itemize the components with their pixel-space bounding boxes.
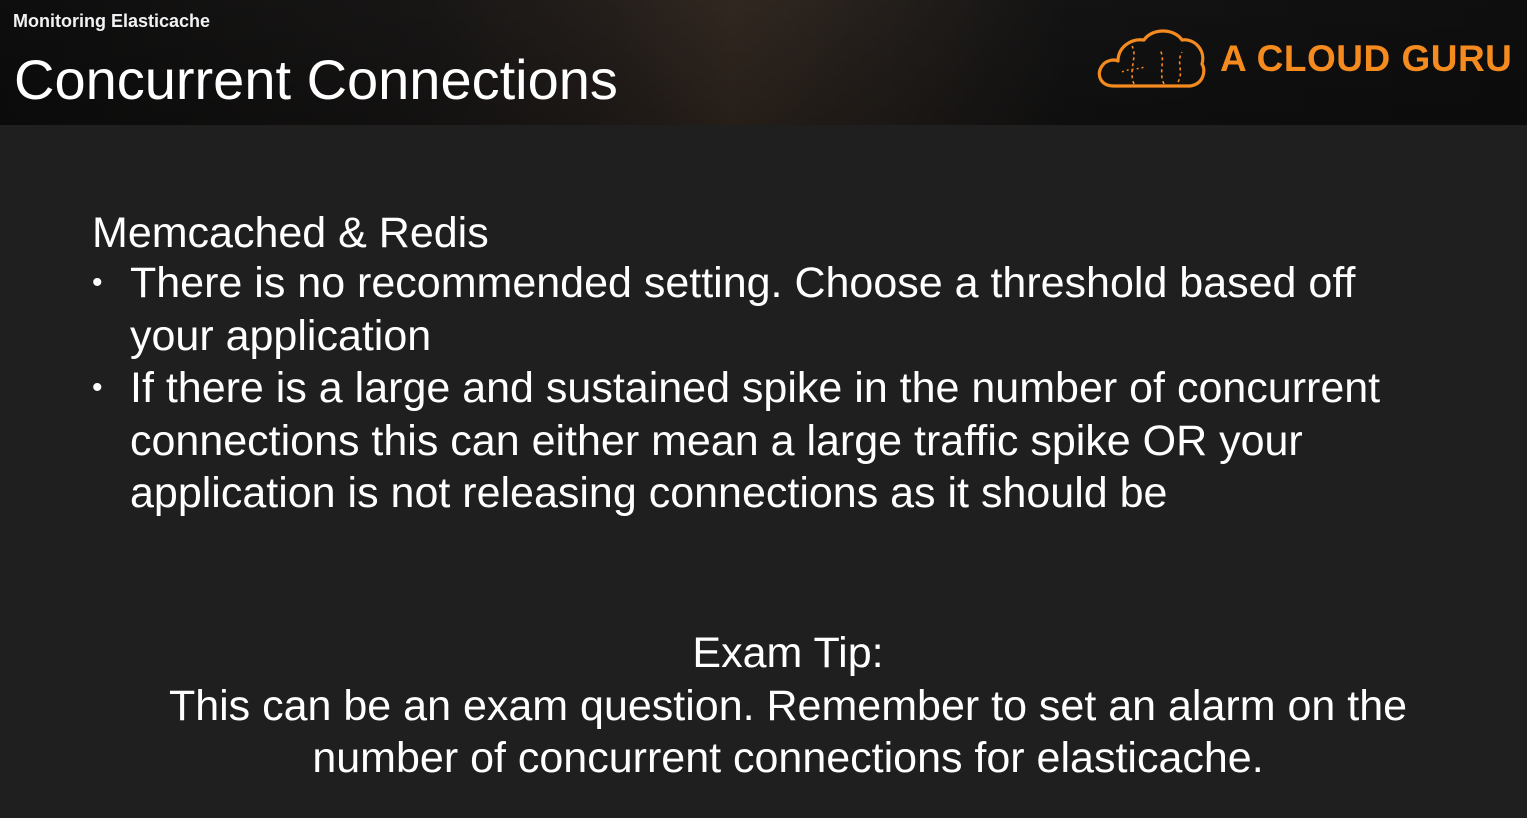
exam-tip-heading: Exam Tip: xyxy=(692,629,884,677)
bullet-list: • There is no recommended setting. Choos… xyxy=(92,257,1472,520)
slide-header: Monitoring Elasticache Concurrent Connec… xyxy=(0,0,1527,125)
bullet-dot: • xyxy=(92,266,103,299)
slide-content: Memcached & Redis • There is no recommen… xyxy=(92,205,1472,520)
bullet-dot: • xyxy=(92,371,103,404)
bullet-item: • There is no recommended setting. Choos… xyxy=(92,257,1472,362)
bullet-line: your application xyxy=(130,311,432,360)
section-heading: Memcached & Redis xyxy=(92,209,489,257)
bullet-line: If there is a large and sustained spike … xyxy=(130,364,1381,412)
cloud-logo-icon xyxy=(1097,29,1206,88)
bullet-line: There is no recommended setting. Choose … xyxy=(130,259,1356,307)
bullet-line: application is not releasing connections… xyxy=(130,469,1168,517)
bullet-line: connections this can either mean a large… xyxy=(130,416,1303,465)
logo-text: A CLOUD GURU xyxy=(1220,38,1513,79)
brand-logo: A CLOUD GURU xyxy=(1094,26,1514,96)
bullet-item: • If there is a large and sustained spik… xyxy=(92,362,1472,520)
slide-title: Concurrent Connections xyxy=(14,48,618,111)
exam-tip: Exam Tip: This can be an exam question. … xyxy=(60,626,1516,784)
exam-tip-line: number of concurrent connections for ela… xyxy=(312,734,1264,782)
exam-tip-line: This can be an exam question. Remember t… xyxy=(168,682,1408,730)
breadcrumb: Monitoring Elasticache xyxy=(13,11,211,31)
